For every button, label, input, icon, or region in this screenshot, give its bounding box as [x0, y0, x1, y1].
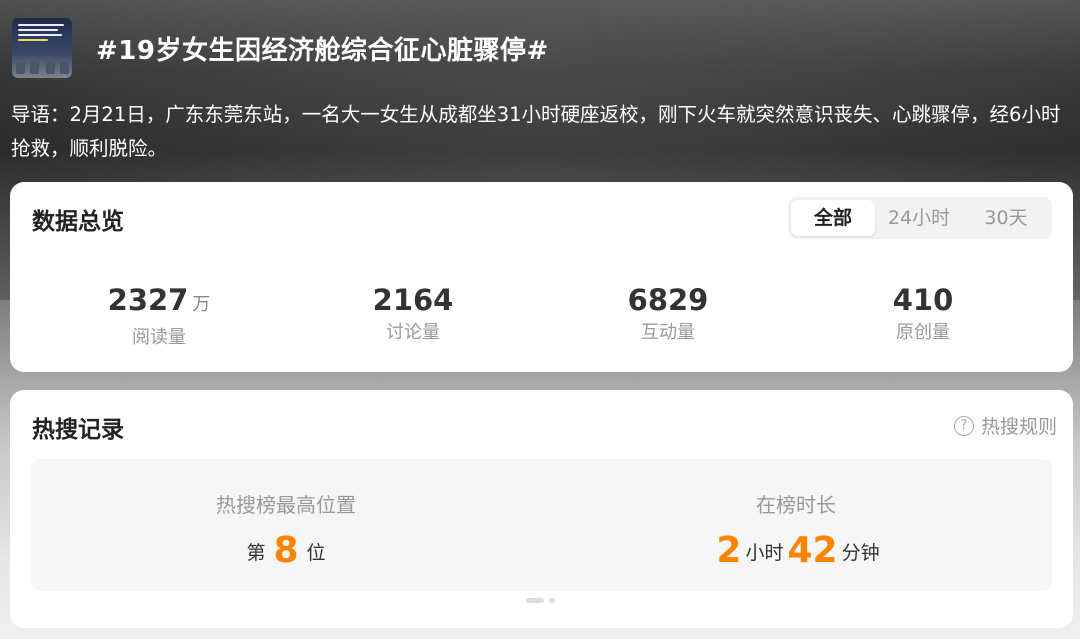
duration-label: 在榜时长: [756, 493, 836, 517]
stat-interactions: 6829 互动量: [548, 282, 788, 344]
stat-value: 2164: [372, 283, 454, 317]
duration-value: 2 小时 42 分钟: [596, 530, 996, 571]
stat-originals: 410 原创量: [803, 282, 1043, 344]
on-list-duration: 在榜时长 2 小时 42 分钟: [596, 489, 996, 571]
time-range-switch: 全部 24小时 30天: [788, 197, 1052, 239]
stat-discussions: 2164 讨论量: [293, 282, 533, 344]
stat-value: 6829: [627, 283, 709, 317]
duration-hours-unit: 小时: [745, 542, 784, 564]
question-circle-icon: ?: [953, 415, 974, 436]
thumbnail-seat: [46, 62, 55, 74]
tab-30d[interactable]: 30天: [964, 200, 1048, 236]
hot-record-card: 热搜记录 ? 热搜规则 热搜榜最高位置 第8位 在榜时长 2 小时 42 分钟: [10, 390, 1073, 628]
stat-label: 讨论量: [386, 322, 440, 343]
stat-label: 互动量: [641, 322, 695, 343]
stat-value: 410: [892, 283, 954, 317]
hot-rules-label: 热搜规则: [980, 416, 1057, 438]
thumbnail-seat: [16, 62, 25, 74]
stat-label: 阅读量: [132, 327, 186, 348]
stat-reads: 2327 万 阅读量: [39, 282, 279, 349]
peak-position-value: 第8位: [86, 530, 486, 571]
hot-rules-link[interactable]: ? 热搜规则: [953, 412, 1057, 439]
hot-record-title: 热搜记录: [32, 417, 124, 443]
peak-prefix: 第: [246, 542, 266, 564]
thumbnail-caption-line: [18, 34, 62, 36]
thumbnail-caption-line: [18, 39, 48, 41]
peak-rank: 8: [273, 530, 299, 571]
stat-label: 原创量: [896, 322, 950, 343]
topic-intro: 导语：2月21日，广东东莞东站，一名大一女生从成都坐31小时硬座返校，刚下火车就…: [11, 103, 1061, 160]
peak-position-label: 热搜榜最高位置: [216, 493, 356, 517]
topic-title: #19岁女生因经济舱综合征心脏骤停#: [96, 36, 549, 66]
page-dot: [549, 598, 555, 603]
thumbnail-caption-line: [18, 24, 64, 26]
overview-card: 数据总览 全部 24小时 30天 2327 万 阅读量 2164 讨论量 6829…: [10, 182, 1073, 372]
tab-all[interactable]: 全部: [791, 200, 875, 236]
topic-thumbnail[interactable]: [12, 18, 72, 78]
duration-minutes: 42: [787, 530, 838, 571]
thumbnail-seat: [30, 62, 39, 74]
thumbnail-seat: [60, 62, 69, 74]
overview-title: 数据总览: [32, 209, 124, 235]
hot-record-panel[interactable]: 热搜榜最高位置 第8位 在榜时长 2 小时 42 分钟: [31, 459, 1052, 591]
duration-hours: 2: [716, 530, 742, 571]
duration-minutes-unit: 分钟: [841, 542, 880, 564]
stat-unit: 万: [192, 294, 211, 315]
topic-header: #19岁女生因经济舱综合征心脏骤停#: [12, 18, 1072, 80]
peak-suffix: 位: [306, 542, 326, 564]
stat-value: 2327 万: [107, 283, 211, 317]
peak-position: 热搜榜最高位置 第8位: [86, 489, 486, 571]
tab-24h[interactable]: 24小时: [880, 200, 958, 236]
page-dot-active: [526, 598, 544, 603]
thumbnail-caption-line: [18, 29, 58, 31]
